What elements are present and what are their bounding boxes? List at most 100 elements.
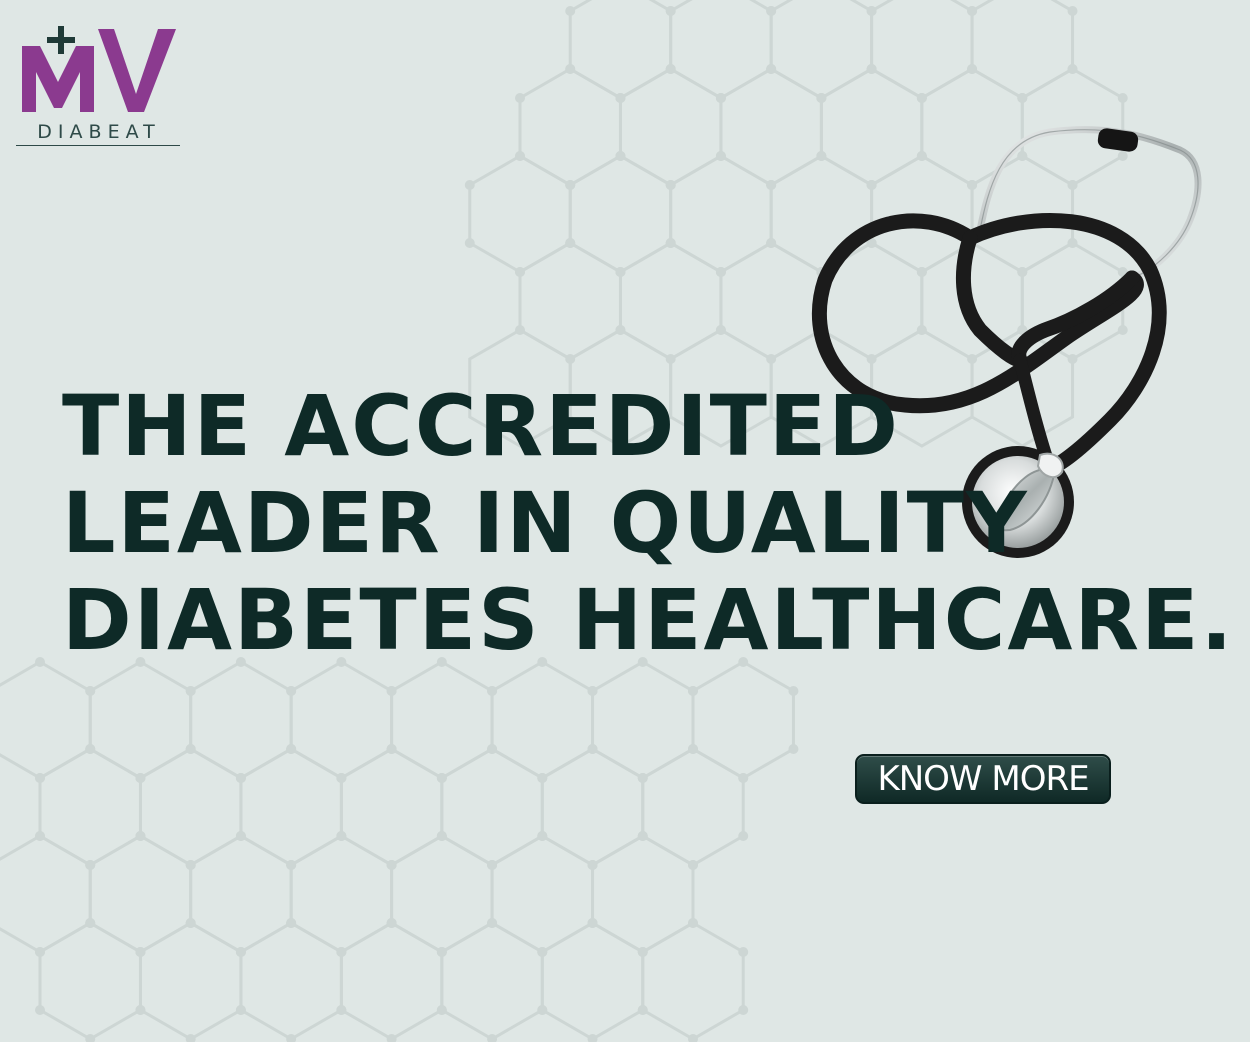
hexagon-node [665,238,676,248]
hexagon-node [515,93,525,103]
headline-line-2: LEADER IN QUALITY [62,474,1029,572]
hexagon-cell [970,0,1075,100]
hexagon-node [515,325,525,335]
hexagon-node [135,773,146,783]
hexagon-node [336,947,347,957]
logo-subtitle: DIABEAT [37,121,161,143]
hexagon-node [35,1005,45,1015]
hexagon-node [35,773,45,783]
hexagon-node [615,151,626,161]
hexagon-node [85,860,96,870]
hexagon-node [487,686,498,696]
hexagon-node [615,267,626,277]
hexagon-cell [591,834,695,954]
hexagon-cell [870,0,974,100]
hexagon-node [687,744,698,754]
hexagon-cell [641,747,745,867]
hexagon-cell [669,154,773,274]
hexagon-node [235,947,246,957]
hexagon-cell [440,747,544,867]
hexagon-node [85,918,96,928]
hexagon-node [916,93,927,103]
hexagon-node [185,744,196,754]
hexagon-node [1117,93,1128,103]
hexagon-node [85,744,96,754]
hexagon-cell [568,0,673,100]
hexagon-node [967,6,978,16]
know-more-button[interactable]: KNOW MORE [855,754,1111,804]
hexagon-node [286,686,297,696]
hexagon-node [487,1034,498,1042]
hexagon-node [738,947,749,957]
hexagon-node [35,947,45,957]
hexagon-cell [618,67,723,187]
hexagon-cell [38,921,142,1041]
hexagon-node [386,744,397,754]
hexagon-cell [540,921,645,1041]
hexagon-node [487,744,498,754]
hexagon-node [587,918,598,928]
hexagon-cell [0,660,92,780]
hexagon-node [85,686,96,696]
hexagon-node [738,1005,749,1015]
hexagon-node [565,180,576,190]
headline-line-1: THE ACCREDITED [62,377,900,475]
hexagon-cell [289,834,394,954]
hexagon-node [436,947,447,957]
hexagon-cell [390,660,494,780]
hexagon-cell [239,921,343,1041]
hexagon-cell [769,0,874,100]
logo-divider [16,145,180,146]
hexagon-cell [719,241,823,361]
hexagon-cell [339,747,444,867]
hexagon-node [715,267,726,277]
hexagon-node [235,773,246,783]
hexagon-node [687,686,698,696]
hexagon-cell [0,834,92,954]
hexagon-node [788,686,799,696]
hexagon-node [665,64,676,74]
hexagon-cell [88,660,193,780]
hexagon-node [615,93,626,103]
brand-logo[interactable]: DIABEAT [14,24,184,150]
hexagon-node [1017,93,1028,103]
hexagon-node [788,744,799,754]
hexagon-node [235,831,246,841]
hexagon-node [436,831,447,841]
hexagon-node [286,918,297,928]
hexagon-node [436,773,447,783]
hexagon-node [537,947,548,957]
hexagon-cell [189,660,293,780]
hexagon-node [565,238,576,248]
hexagon-cell [691,660,795,780]
hexagon-node [464,180,475,190]
hexagon-node [715,151,726,161]
hexagon-cell [618,241,723,361]
hexagon-node [235,1005,246,1015]
hexagon-cell [518,67,622,187]
hexagon-node [587,744,598,754]
hexagon-node [135,1005,146,1015]
hexagon-node [185,1034,196,1042]
hexagon-cell [490,660,595,780]
hexagon-cell [440,921,544,1041]
hexagon-cell [518,241,622,361]
hexagon-node [386,860,397,870]
hexagon-node [1067,64,1078,74]
hexagon-node [135,831,146,841]
hexagon-node [665,6,676,16]
hexagon-cell [540,747,645,867]
hexagon-cell [339,921,444,1041]
hexagon-node [665,180,676,190]
hexagon-node [515,151,525,161]
headline-line-3: DIABETES HEALTHCARE. [62,571,1235,669]
hexagon-node [336,773,347,783]
hexagon-cell [38,747,142,867]
hexagon-cell [641,921,745,1041]
hexagon-node [565,354,576,364]
hexagon-node [1067,6,1078,16]
hexagon-node [185,918,196,928]
hexagon-cell [669,0,773,100]
hexagon-node [637,1005,648,1015]
hexagon-node [185,860,196,870]
